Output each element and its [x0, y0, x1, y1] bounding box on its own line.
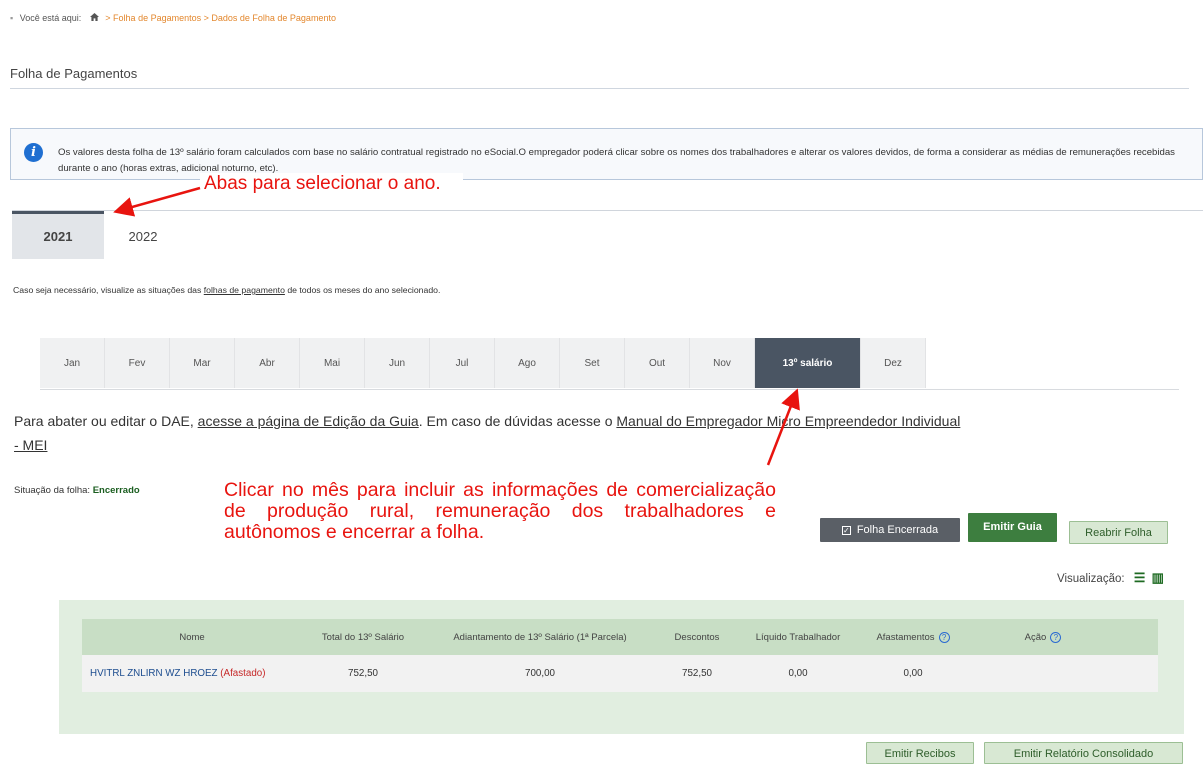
cell-total: 752,50: [348, 668, 378, 679]
month-tab-jun[interactable]: Jun: [365, 338, 430, 388]
folha-encerrada-label: Folha Encerrada: [856, 524, 939, 536]
breadcrumb-path[interactable]: > Folha de Pagamentos > Dados de Folha d…: [105, 13, 336, 23]
col-afastamentos: Afastamentos?: [858, 619, 968, 655]
month-tab-set[interactable]: Set: [560, 338, 625, 388]
worker-name-link[interactable]: HVITRL ZNLIRN WZ HROEZ: [90, 668, 218, 679]
reabrir-folha-button[interactable]: Reabrir Folha: [1069, 521, 1168, 544]
tab-2022[interactable]: 2022: [104, 211, 182, 259]
month-tab-dez[interactable]: Dez: [861, 338, 926, 388]
page-title: Folha de Pagamentos: [10, 66, 138, 81]
emitir-guia-button[interactable]: Emitir Guia: [968, 513, 1057, 542]
annotation-month: Clicar no mês para incluir as informaçõe…: [224, 479, 776, 543]
bullet-icon: ▪: [10, 13, 14, 23]
info-icon: i: [24, 143, 43, 162]
months-divider: [40, 389, 1179, 390]
situacao-folha: Situação da folha: Encerrado: [14, 485, 140, 496]
col-descontos: Descontos: [674, 631, 720, 643]
month-tab-out[interactable]: Out: [625, 338, 690, 388]
month-tab-abr[interactable]: Abr: [235, 338, 300, 388]
visualizacao-label: Visualização:: [1057, 573, 1125, 585]
col-afastamentos-label: Afastamentos: [876, 631, 935, 643]
cell-descontos: 752,50: [682, 668, 712, 679]
situacao-value: Encerrado: [92, 485, 140, 496]
situacao-label: Situação da folha:: [14, 485, 91, 496]
help-icon[interactable]: ?: [1050, 631, 1062, 643]
month-tab-nov[interactable]: Nov: [690, 338, 755, 388]
edicao-guia-link[interactable]: acesse a página de Edição da Guia: [198, 413, 419, 429]
month-tabs: Jan Fev Mar Abr Mai Jun Jul Ago Set Out …: [40, 338, 926, 388]
tab-2021[interactable]: 2021: [12, 211, 104, 259]
manual-mei-link-cont[interactable]: - MEI: [14, 437, 47, 453]
help-icon[interactable]: ?: [938, 631, 950, 643]
cell-nome: HVITRL ZNLIRN WZ HROEZ (Afastado): [90, 655, 302, 692]
month-tab-jan[interactable]: Jan: [40, 338, 105, 388]
title-divider: [10, 88, 1189, 89]
visualizacao: Visualização: ☰ ▥: [1057, 570, 1164, 586]
col-liquido: Líquido Trabalhador: [755, 631, 841, 643]
table-header: Nome Total do 13º Salário Adiantamento d…: [82, 619, 1158, 655]
emitir-relatorio-button[interactable]: Emitir Relatório Consolidado: [984, 742, 1183, 764]
folhas-de-pagamento-link[interactable]: folhas de pagamento: [204, 285, 285, 295]
breadcrumb: ▪ Você está aqui: > Folha de Pagamentos …: [10, 13, 336, 23]
month-tab-mar[interactable]: Mar: [170, 338, 235, 388]
help-text-before: Caso seja necessário, visualize as situa…: [13, 285, 204, 295]
cell-afastamentos: 0,00: [903, 668, 923, 679]
list-view-icon[interactable]: ☰: [1134, 570, 1146, 586]
manual-mei-link[interactable]: Manual do Empregador Micro Empreendedor …: [616, 413, 960, 429]
dae-text-1: Para abater ou editar o DAE,: [14, 413, 198, 429]
month-tab-ago[interactable]: Ago: [495, 338, 560, 388]
cell-adiantamento: 700,00: [525, 668, 555, 679]
folha-encerrada-button[interactable]: ✓ Folha Encerrada: [820, 518, 960, 542]
check-icon: ✓: [841, 526, 851, 535]
col-acao-label: Ação: [1024, 631, 1047, 643]
grid-view-icon[interactable]: ▥: [1152, 570, 1164, 586]
month-tab-jul[interactable]: Jul: [430, 338, 495, 388]
arrow-to-tabs: [113, 186, 201, 217]
afastado-status: (Afastado): [220, 668, 266, 679]
month-tab-fev[interactable]: Fev: [105, 338, 170, 388]
table-row: HVITRL ZNLIRN WZ HROEZ (Afastado) 752,50…: [82, 655, 1158, 692]
help-text-after: de todos os meses do ano selecionado.: [284, 285, 441, 295]
month-tab-mai[interactable]: Mai: [300, 338, 365, 388]
info-box: i Os valores desta folha de 13º salário …: [10, 128, 1203, 180]
home-icon[interactable]: [89, 13, 99, 23]
dae-text-2: . Em caso de dúvidas acesse o: [418, 413, 617, 429]
help-line: Caso seja necessário, visualize as situa…: [13, 285, 440, 295]
dae-paragraph: Para abater ou editar o DAE, acesse a pá…: [14, 411, 1203, 432]
annotation-tabs: Abas para selecionar o ano.: [200, 173, 463, 195]
cell-liquido: 0,00: [788, 668, 808, 679]
tabs-divider: [12, 210, 1203, 211]
month-tab-13-salario[interactable]: 13º salário: [755, 338, 861, 388]
col-acao: Ação?: [968, 619, 1118, 655]
col-nome: Nome: [179, 631, 205, 643]
col-adiantamento: Adiantamento de 13º Salário (1ª Parcela): [453, 631, 627, 643]
emitir-recibos-button[interactable]: Emitir Recibos: [866, 742, 974, 764]
col-total: Total do 13º Salário: [321, 631, 405, 643]
breadcrumb-prefix: Você está aqui:: [19, 13, 82, 23]
